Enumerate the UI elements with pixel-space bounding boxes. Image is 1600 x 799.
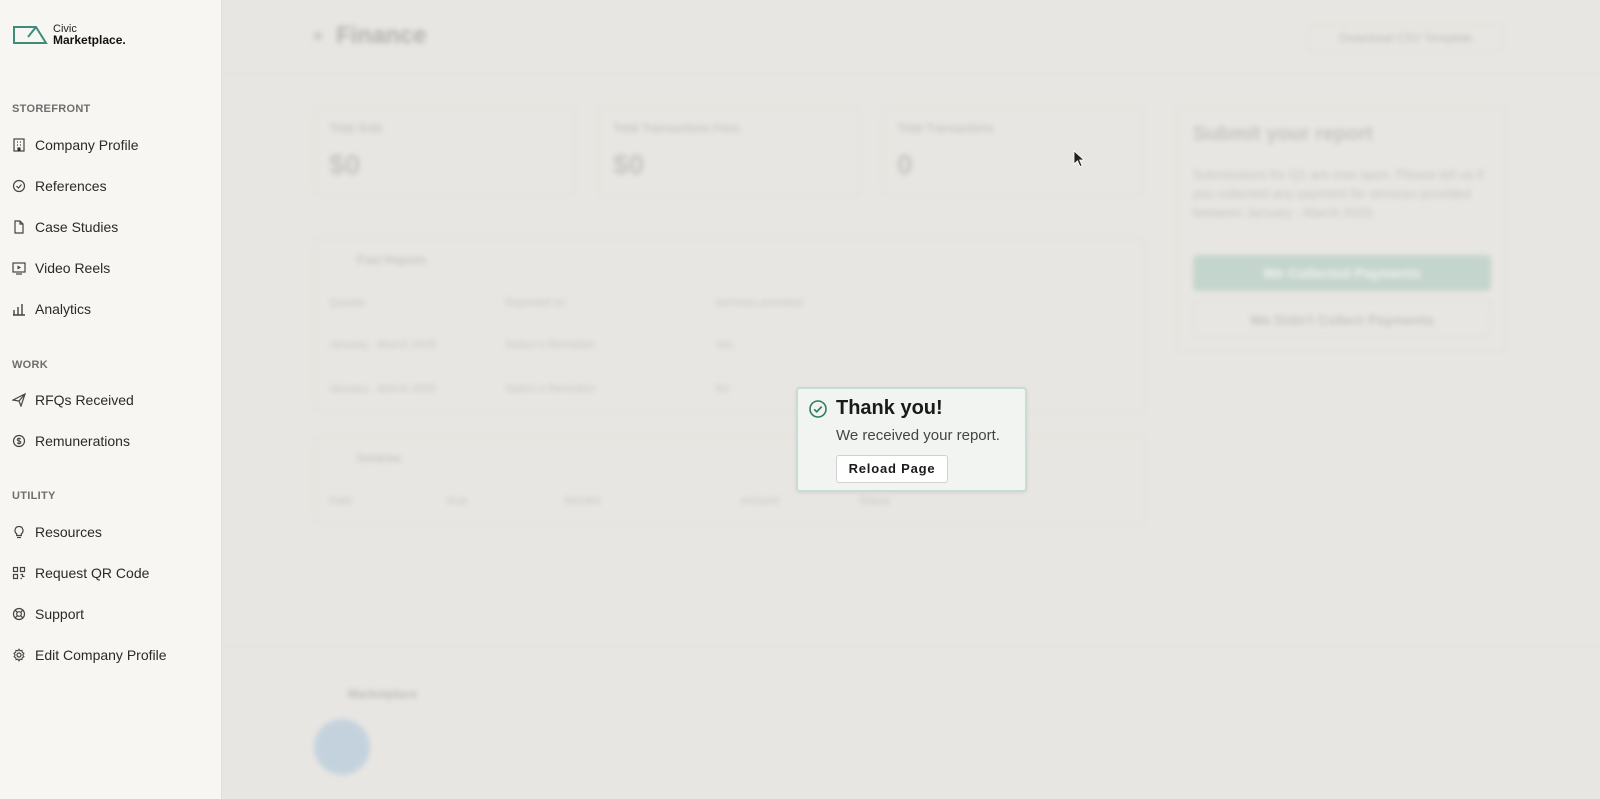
check-circle-icon — [809, 400, 827, 418]
sidebar-item-label: Request QR Code — [35, 565, 150, 581]
logo-icon — [13, 26, 48, 44]
sidebar-item-video-reels[interactable]: Video Reels — [12, 256, 110, 280]
sidebar: Civic Marketplace. STOREFRONT Company Pr… — [0, 0, 222, 799]
sidebar-item-references[interactable]: References — [12, 174, 107, 198]
table-header: Quarter Reported on Services provided — [329, 297, 803, 309]
sidebar-item-rfqs-received[interactable]: RFQs Received — [12, 388, 134, 412]
section-label-utility: UTILITY — [12, 490, 56, 502]
toast-message: We received your report. — [836, 427, 1000, 444]
table-row[interactable]: January - March 2025 Select a Remotion Y… — [329, 339, 733, 351]
stat-value: $0 — [329, 149, 361, 180]
building-icon — [13, 138, 25, 152]
sidebar-item-edit-company-profile[interactable]: Edit Company Profile — [12, 643, 167, 667]
sidebar-item-support[interactable]: Support — [12, 602, 84, 626]
panel-title: Past Reports — [357, 253, 427, 267]
sidebar-item-label: Company Profile — [35, 137, 139, 153]
footer-brand: Marketplace — [348, 687, 418, 701]
sidebar-item-label: Analytics — [35, 301, 92, 317]
lightbulb-icon — [14, 525, 24, 539]
table-header: Date Due Months Amount Status — [329, 495, 891, 507]
sidebar-item-label: Case Studies — [35, 219, 119, 235]
download-csv-button[interactable]: Download CSV Template — [1308, 24, 1504, 52]
close-icon[interactable]: × — [312, 26, 324, 49]
section-label-work: WORK — [12, 359, 49, 371]
gear-icon — [13, 648, 25, 662]
sidebar-item-request-qr-code[interactable]: Request QR Code — [12, 561, 149, 585]
brand-logo[interactable]: Civic Marketplace. — [12, 24, 126, 46]
stat-label: Total Transactions Fees — [613, 121, 740, 135]
sidebar-item-analytics[interactable]: Analytics — [12, 297, 91, 321]
sidebar-item-case-studies[interactable]: Case Studies — [12, 215, 118, 239]
sidebar-item-label: Remunerations — [35, 433, 130, 449]
sidebar-item-label: Edit Company Profile — [35, 647, 167, 663]
past-reports-panel: Past Reports Quarter Reported on Service… — [314, 238, 1146, 412]
table-row[interactable]: January - March 2025 Select a Remotion N… — [329, 383, 729, 395]
page-title: Finance — [336, 22, 427, 49]
stat-value: 0 — [897, 149, 913, 180]
stat-label: Total Transactions — [897, 121, 994, 135]
check-badge-icon — [12, 179, 26, 193]
stat-card-transactions: Total Transactions 0 — [882, 106, 1144, 196]
panel-title: Invoices — [357, 451, 402, 465]
avatar[interactable] — [314, 719, 370, 775]
toast-title: Thank you! — [836, 397, 943, 419]
reload-page-button[interactable]: Reload Page — [836, 455, 948, 483]
send-icon — [12, 393, 26, 407]
dollar-icon — [12, 434, 26, 448]
sidebar-item-label: Resources — [35, 524, 102, 540]
success-toast: Thank you! We received your report. Relo… — [796, 387, 1027, 492]
lifebuoy-icon — [12, 607, 26, 621]
page-header: × Finance Download CSV Template — [222, 0, 1600, 74]
stat-card-fees: Total Transactions Fees $0 — [598, 106, 860, 196]
stat-label: Total Sold — [329, 121, 382, 135]
sidebar-item-label: Support — [35, 606, 85, 622]
qr-code-icon — [12, 566, 26, 580]
report-card-description: Submissions for Q1 are now open. Please … — [1193, 167, 1484, 220]
report-card-title: Submit your report — [1193, 123, 1374, 145]
footer: Marketplace — [222, 646, 1600, 799]
brand-name-bottom: Marketplace. — [53, 33, 126, 47]
video-icon — [12, 262, 26, 275]
collected-payments-button[interactable]: We Collected Payments — [1193, 255, 1491, 291]
sidebar-item-label: References — [35, 178, 107, 194]
document-icon — [14, 220, 24, 234]
stat-value: $0 — [613, 149, 645, 180]
sidebar-item-company-profile[interactable]: Company Profile — [12, 133, 139, 157]
section-label-storefront: STOREFRONT — [12, 103, 91, 115]
bar-chart-icon — [13, 304, 25, 316]
sidebar-item-label: RFQs Received — [35, 392, 134, 408]
sidebar-item-label: Video Reels — [35, 260, 111, 276]
submit-report-card: Submit your report Submissions for Q1 ar… — [1176, 106, 1506, 352]
sidebar-item-remunerations[interactable]: Remunerations — [12, 429, 130, 453]
stat-card-total-sold: Total Sold $0 — [314, 106, 576, 196]
mouse-cursor-icon — [1073, 150, 1085, 168]
no-payments-button[interactable]: We Didn't Collect Payments — [1193, 301, 1491, 337]
sidebar-item-resources[interactable]: Resources — [12, 520, 102, 544]
